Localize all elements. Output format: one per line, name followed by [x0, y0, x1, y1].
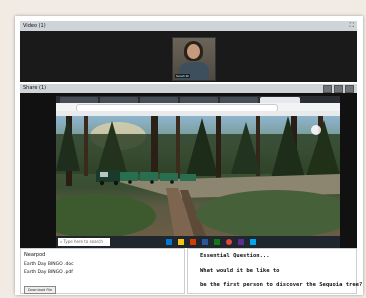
video-pod: Video (1) ⛶ Sarah W.: [20, 21, 357, 82]
video-pod-badge: (1): [38, 23, 46, 29]
grid-icon[interactable]: [334, 85, 343, 93]
share-pod-badge: (1): [39, 85, 47, 91]
note-pod: Essential Question... What would it be l…: [187, 248, 362, 294]
files-pod-title: Nearpod: [24, 252, 46, 258]
file-item[interactable]: Earth Day BINGO .pdf: [24, 270, 73, 275]
share-pod-title: Share: [23, 85, 38, 91]
taskbar-search-placeholder: Type here to search: [63, 239, 103, 244]
webcam-name-label: Sarah W.: [175, 74, 191, 78]
shared-browser-window: ⌕ Type here to search: [56, 96, 340, 248]
fullscreen-icon[interactable]: [345, 85, 354, 93]
address-bar: [56, 103, 340, 112]
webcam-feed[interactable]: Sarah W.: [172, 37, 216, 81]
note-line: What would it be like to: [200, 268, 280, 274]
download-file-button[interactable]: Download File: [24, 286, 56, 294]
share-pod-titlebar: Share (1): [20, 84, 357, 93]
search-icon: ⌕: [60, 239, 63, 244]
video-pod-title: Video: [23, 23, 38, 29]
windows-taskbar: ⌕ Type here to search: [56, 236, 340, 248]
meeting-room: Video (1) ⛶ Sarah W. Share (1) ⌕ Type he…: [15, 16, 363, 295]
street-view-image[interactable]: [56, 116, 340, 238]
taskbar-search[interactable]: ⌕ Type here to search: [58, 238, 110, 246]
video-pod-titlebar: Video (1) ⛶: [20, 21, 357, 31]
presenter-face: [187, 44, 200, 59]
share-pod-controls: [323, 85, 354, 93]
share-pod: Share (1) ⌕ Type here to search: [20, 84, 357, 248]
taskbar-app-icons: [166, 239, 256, 245]
fullscreen-icon[interactable]: ⛶: [350, 21, 354, 31]
files-pod: Nearpod Earth Day BINGO .doc Earth Day B…: [20, 248, 185, 294]
forest-scene: [56, 116, 340, 238]
file-item[interactable]: Earth Day BINGO .doc: [24, 262, 74, 267]
browser-tab-strip: [56, 96, 340, 103]
note-line: Essential Question...: [200, 253, 270, 259]
layout-icon[interactable]: [323, 85, 332, 93]
note-line: be the first person to discover the Sequ…: [200, 282, 363, 288]
